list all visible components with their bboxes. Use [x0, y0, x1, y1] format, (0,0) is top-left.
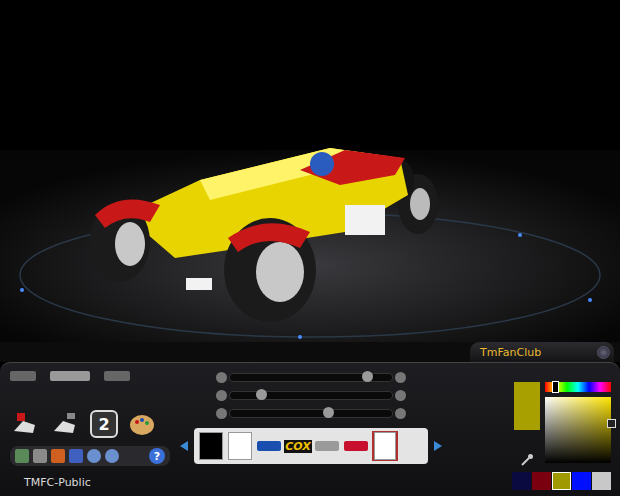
decal-strip: COX [180, 426, 442, 464]
slider-track [229, 373, 393, 382]
current-color-column [514, 382, 540, 466]
decal-swatch [374, 432, 396, 460]
sticker-car-icon[interactable] [50, 408, 82, 440]
spray-car-icon[interactable] [10, 408, 42, 440]
slider-cap [395, 390, 406, 401]
hue-bar[interactable] [545, 382, 611, 392]
car-view-icon[interactable] [104, 371, 130, 381]
slider-cap [395, 408, 406, 419]
decal-item[interactable] [198, 431, 224, 461]
decal-item[interactable] [227, 431, 253, 461]
paint-shop: TmFanClub 2 ? TMFC-Public COX [0, 0, 620, 496]
previous-arrow-icon[interactable] [180, 441, 188, 451]
picker-area [545, 382, 611, 466]
decal-item[interactable] [343, 431, 369, 461]
decal-logo-icon [315, 441, 339, 451]
palette-swatch[interactable] [572, 472, 591, 490]
palette-swatch[interactable] [592, 472, 611, 490]
logo-icon[interactable] [10, 371, 36, 381]
slider-group [180, 371, 406, 420]
decal-item[interactable] [372, 431, 398, 461]
player-name-field: TmFanClub [470, 342, 614, 362]
decal-swatch [228, 432, 252, 460]
redo-icon[interactable] [105, 449, 119, 463]
tool-column: 2 ? TMFC-Public [0, 363, 180, 496]
slider-thumb[interactable] [323, 407, 334, 418]
picker-row [514, 382, 611, 466]
fill-icon[interactable] [51, 449, 65, 463]
file-toolbar: ? [10, 446, 170, 466]
decal-item[interactable] [256, 431, 282, 461]
saturation-value-square[interactable] [545, 397, 611, 463]
next-arrow-icon[interactable] [434, 441, 442, 451]
decal-column: COX [180, 363, 442, 496]
sv-marker[interactable] [607, 419, 616, 428]
number-badge[interactable]: 2 [90, 410, 118, 438]
slider-thumb[interactable] [362, 371, 373, 382]
palette-swatch[interactable] [512, 472, 531, 490]
eyedropper-icon[interactable] [520, 452, 534, 466]
undo-icon[interactable] [87, 449, 101, 463]
palette-swatch[interactable] [552, 472, 571, 490]
editor-panel: 2 ? TMFC-Public COX [0, 362, 620, 496]
brush-icon[interactable] [69, 449, 83, 463]
skin-name: TMFC-Public [10, 472, 180, 489]
decal-item[interactable] [314, 431, 340, 461]
view-tools [10, 368, 180, 384]
slider-thumb[interactable] [256, 389, 267, 400]
decal-logo-icon [344, 441, 368, 451]
slider[interactable] [216, 389, 406, 402]
slider-track [229, 391, 393, 400]
current-color [514, 382, 540, 430]
paint-tools: 2 [10, 390, 180, 440]
decal-logo-icon [257, 441, 281, 451]
decal-item[interactable]: COX [285, 431, 311, 461]
decal-tray: COX [194, 428, 428, 464]
save-icon[interactable] [33, 449, 47, 463]
car-render [0, 0, 620, 342]
slider-cap [216, 372, 227, 383]
track-icon[interactable] [50, 371, 90, 381]
player-name: TmFanClub [480, 346, 591, 359]
hue-marker[interactable] [552, 381, 559, 393]
palette-icon[interactable] [126, 408, 158, 440]
slider[interactable] [216, 407, 406, 420]
slider-track [229, 409, 393, 418]
slider[interactable] [216, 371, 406, 384]
slider-cap [216, 408, 227, 419]
palette [512, 472, 611, 490]
decal-swatch [199, 432, 223, 460]
layer-icon[interactable] [15, 449, 29, 463]
status-icon [597, 346, 610, 359]
decal-label: COX [284, 440, 312, 453]
color-picker [442, 363, 620, 496]
help-button[interactable]: ? [149, 448, 165, 464]
car-preview[interactable] [0, 0, 620, 342]
palette-swatch[interactable] [532, 472, 551, 490]
slider-cap [395, 372, 406, 383]
slider-cap [216, 390, 227, 401]
player-bar: TmFanClub [0, 342, 620, 362]
